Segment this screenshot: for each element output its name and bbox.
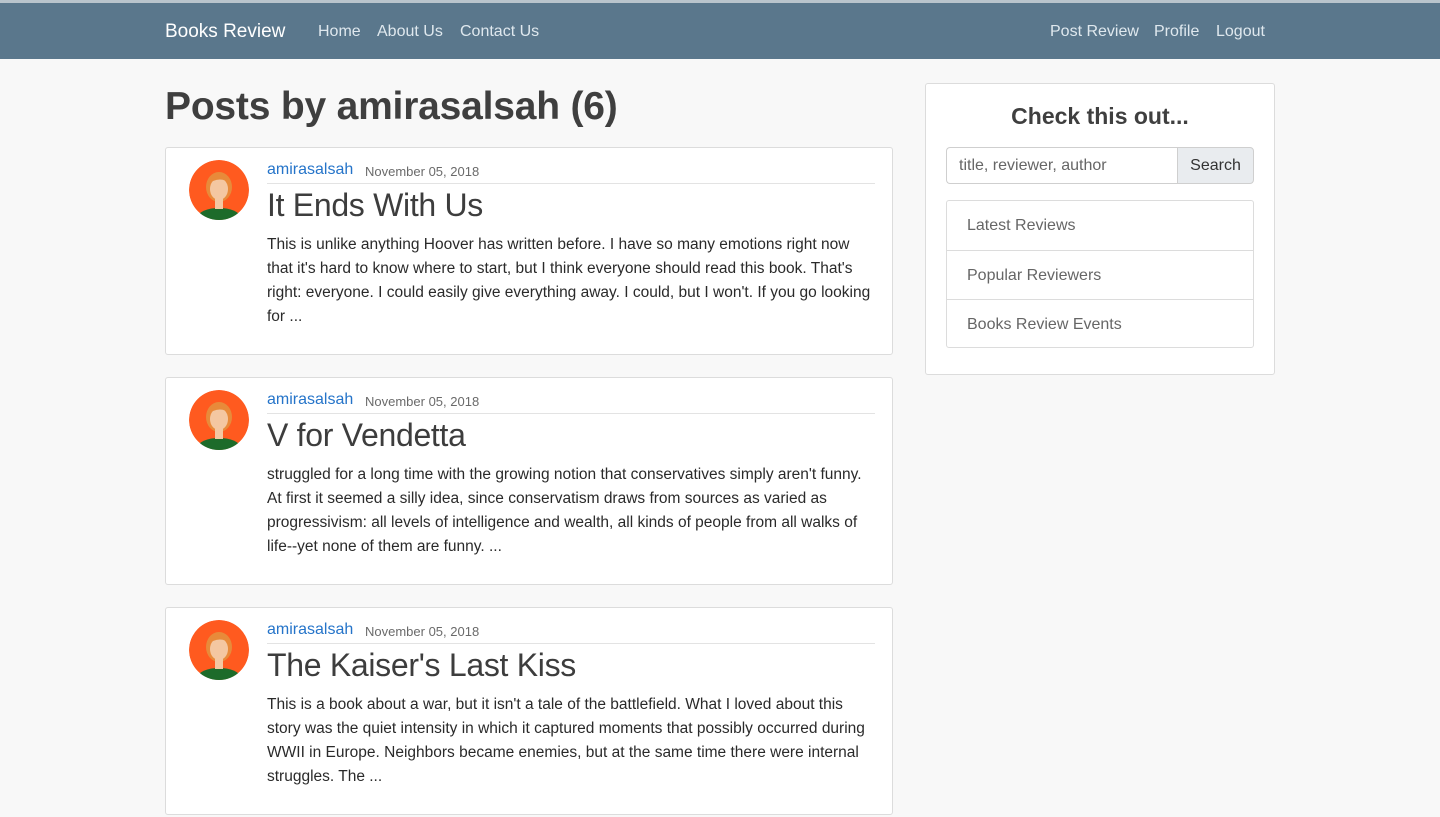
brand-link[interactable]: Books Review — [165, 21, 285, 43]
post-title-link[interactable]: The Kaiser's Last Kiss — [267, 647, 576, 684]
post-author-link[interactable]: amirasalsah — [267, 621, 353, 639]
nav-logout-link[interactable]: Logout — [1216, 23, 1265, 41]
sidebar-item-latest-reviews[interactable]: Latest Reviews — [947, 201, 1253, 250]
post-excerpt: struggled for a long time with the growi… — [267, 466, 862, 555]
post-excerpt: This is a book about a war, but it isn't… — [267, 696, 865, 785]
nav-contact-link[interactable]: Contact Us — [460, 23, 539, 41]
sidebar-item-books-review-events[interactable]: Books Review Events — [947, 299, 1253, 348]
sidebar-link-list: Latest Reviews Popular Reviewers Books R… — [946, 200, 1254, 348]
post-meta: amirasalsah November 05, 2018 — [267, 390, 875, 414]
post-meta: amirasalsah November 05, 2018 — [267, 160, 875, 184]
post-excerpt: This is unlike anything Hoover has writt… — [267, 236, 871, 325]
post-date: November 05, 2018 — [365, 164, 480, 179]
post-date: November 05, 2018 — [365, 624, 480, 639]
post-author-link[interactable]: amirasalsah — [267, 391, 353, 409]
page-title: Posts by amirasalsah (6) — [165, 85, 618, 128]
post-card: amirasalsah November 05, 2018 The Kaiser… — [165, 607, 893, 815]
sidebar-heading: Check this out... — [1011, 103, 1189, 129]
sidebar-item-popular-reviewers[interactable]: Popular Reviewers — [947, 250, 1253, 299]
nav-profile-link[interactable]: Profile — [1154, 23, 1199, 41]
search-button[interactable]: Search — [1177, 147, 1254, 184]
navbar: Books Review Home About Us Contact Us Po… — [0, 3, 1440, 59]
post-author-link[interactable]: amirasalsah — [267, 161, 353, 179]
post-card: amirasalsah November 05, 2018 V for Vend… — [165, 377, 893, 585]
post-meta: amirasalsah November 05, 2018 — [267, 620, 875, 644]
post-title-link[interactable]: It Ends With Us — [267, 187, 483, 224]
user-avatar-woman-icon[interactable] — [189, 620, 249, 680]
search-group: Search — [946, 147, 1254, 184]
user-avatar-woman-icon[interactable] — [189, 160, 249, 220]
nav-home-link[interactable]: Home — [318, 23, 361, 41]
sidebar-card: Check this out... Search Latest Reviews … — [925, 83, 1275, 375]
user-avatar-woman-icon[interactable] — [189, 390, 249, 450]
nav-post-review-link[interactable]: Post Review — [1050, 23, 1139, 41]
search-input[interactable] — [946, 147, 1178, 184]
post-date: November 05, 2018 — [365, 394, 480, 409]
post-title-link[interactable]: V for Vendetta — [267, 417, 466, 454]
nav-about-link[interactable]: About Us — [377, 23, 443, 41]
post-card: amirasalsah November 05, 2018 It Ends Wi… — [165, 147, 893, 355]
